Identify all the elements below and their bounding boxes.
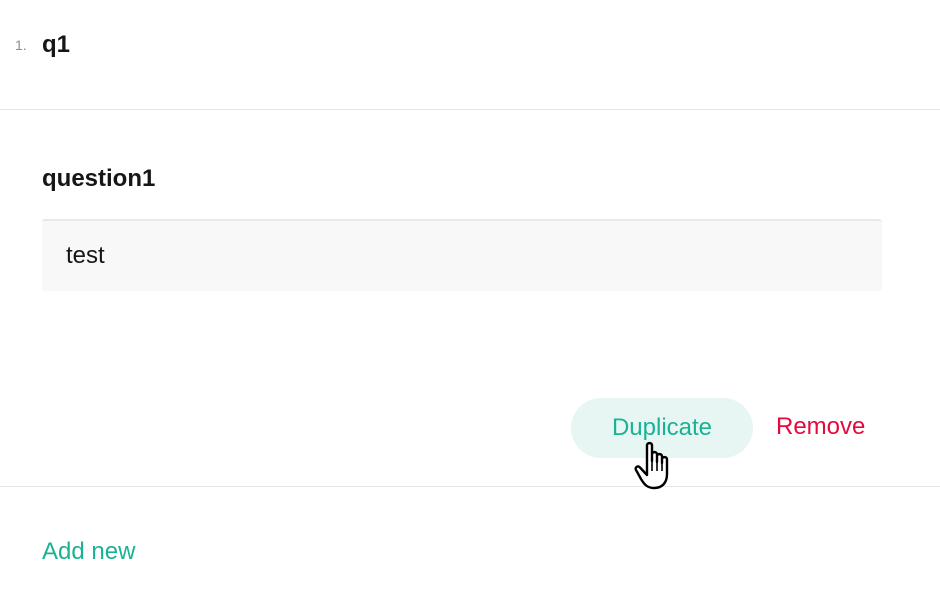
add-new-link[interactable]: Add new [42,538,135,566]
question-header: 1. q1 [0,0,940,110]
page: 1. q1 question1 Duplicate Remove Add new [0,0,940,595]
question-panel: question1 Duplicate Remove [0,110,940,487]
question-number: 1. [15,37,27,53]
remove-button[interactable]: Remove [776,413,865,441]
duplicate-button[interactable]: Duplicate [571,398,753,458]
question-input[interactable] [42,219,882,291]
field-label: question1 [42,165,156,192]
question-title[interactable]: q1 [42,31,70,59]
